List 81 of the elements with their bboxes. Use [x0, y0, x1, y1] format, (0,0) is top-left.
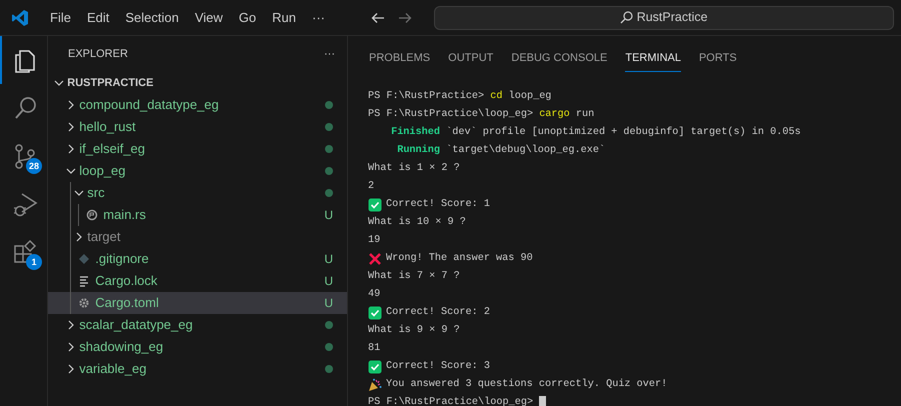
prompt-text: PS F:\RustPractice>	[368, 90, 484, 104]
output-text: Wrong! The answer was 90	[386, 252, 533, 266]
prompt-text: PS F:\RustPractice\loop_eg>	[368, 396, 534, 406]
tree-item[interactable]: .gitignore U	[48, 248, 347, 270]
chevron-right-icon	[74, 232, 84, 242]
chevron-right-icon	[66, 100, 76, 110]
status-keyword: Running	[396, 144, 440, 158]
status-keyword: Finished	[390, 126, 440, 140]
sidebar-title: EXPLORER	[68, 46, 128, 62]
app-logo-icon	[10, 8, 30, 28]
output-text: What is 10 × 9 ?	[368, 216, 466, 230]
output-text: Correct! Score: 3	[386, 360, 490, 374]
command-argument: loop_eg	[508, 90, 552, 104]
menu-item[interactable]: Selection	[117, 8, 187, 28]
command-name: cargo	[539, 108, 570, 122]
output-text: `target\debug\loop_eg.exe`	[446, 144, 606, 158]
search-field[interactable]: RustPractice	[434, 6, 894, 30]
output-text: You answered 3 questions correctly. Quiz over!	[386, 378, 668, 392]
cross-mark-icon	[368, 252, 382, 266]
menu-item[interactable]: Edit	[78, 8, 118, 28]
chevron-right-icon	[66, 320, 76, 330]
output-text: What is 9 × 9 ?	[368, 324, 460, 338]
output-text: Correct! Score: 1	[386, 198, 490, 212]
panel-tab[interactable]: PORTS	[698, 48, 737, 72]
chevron-right-icon	[66, 122, 76, 132]
tree-item[interactable]: hello_rust	[48, 116, 347, 138]
tree-item[interactable]: if_elseif_eg	[48, 138, 347, 160]
chevron-down-icon	[74, 188, 84, 198]
check-mark-icon	[368, 198, 382, 212]
party-popper-icon	[368, 378, 382, 392]
back-arrow-icon[interactable]	[371, 12, 385, 24]
menu-item[interactable]: File	[42, 8, 79, 28]
tree-item[interactable]: compound_datatype_eg	[48, 94, 347, 116]
tree-item[interactable]: loop_eg	[48, 160, 347, 182]
tree-item[interactable]: main.rs U	[48, 204, 347, 226]
tree-item[interactable]: Cargo.toml U	[48, 292, 347, 314]
output-text: 81	[368, 342, 380, 356]
gear-icon	[78, 297, 90, 309]
chevron-right-icon	[66, 342, 76, 352]
tree-item[interactable]: target	[48, 226, 347, 248]
count-badge: 28	[26, 158, 42, 174]
tree-root[interactable]: RUSTPRACTICE	[48, 72, 347, 94]
count-badge: 1	[26, 254, 42, 270]
output-text: `dev` profile [unoptimized + debuginfo] target(s) in 0.05s	[446, 126, 801, 140]
git-status-letter: U	[324, 251, 333, 268]
output-text: What is 7 × 7 ?	[368, 270, 460, 284]
output-text: 49	[368, 288, 380, 302]
search-icon	[620, 11, 634, 24]
check-mark-icon	[368, 360, 382, 374]
output-text: What is 1 × 2 ?	[368, 162, 460, 176]
output-text: 19	[368, 234, 380, 248]
tree-item[interactable]: scalar_datatype_eg	[48, 314, 347, 336]
git-status-letter: U	[324, 207, 333, 224]
panel-tab[interactable]: OUTPUT	[448, 48, 494, 72]
chevron-right-icon	[66, 364, 76, 374]
output-text: Correct! Score: 2	[386, 306, 490, 320]
panel-tab[interactable]: DEBUG CONSOLE	[511, 48, 608, 72]
panel-tab[interactable]: TERMINAL	[625, 48, 681, 72]
chevron-down-icon	[66, 166, 76, 176]
menu-item[interactable]: View	[186, 8, 231, 28]
panel-tab[interactable]: PROBLEMS	[369, 48, 430, 72]
prompt-text: PS F:\RustPractice\loop_eg>	[368, 108, 534, 122]
tree-item[interactable]: src	[48, 182, 347, 204]
command-argument: run	[576, 108, 594, 122]
check-mark-icon	[368, 306, 382, 320]
git-status-letter: U	[324, 295, 333, 312]
git-status-letter: U	[324, 273, 333, 290]
menu-item[interactable]: Run	[264, 8, 304, 28]
menu-item[interactable]: ···	[304, 8, 333, 28]
chevron-down-icon	[54, 78, 64, 88]
menu-item[interactable]: Go	[230, 8, 264, 28]
tree-item[interactable]: shadowing_eg	[48, 336, 347, 358]
tree-item[interactable]: variable_eg	[48, 358, 347, 380]
output-text: 2	[368, 180, 374, 194]
command-name: cd	[490, 90, 503, 104]
diamond-icon	[78, 253, 90, 265]
lines-icon	[78, 275, 90, 287]
more-actions-button[interactable]: ···	[324, 46, 335, 62]
forward-arrow-icon[interactable]	[398, 12, 412, 24]
rust-file-icon	[86, 209, 98, 221]
chevron-right-icon	[66, 144, 76, 154]
